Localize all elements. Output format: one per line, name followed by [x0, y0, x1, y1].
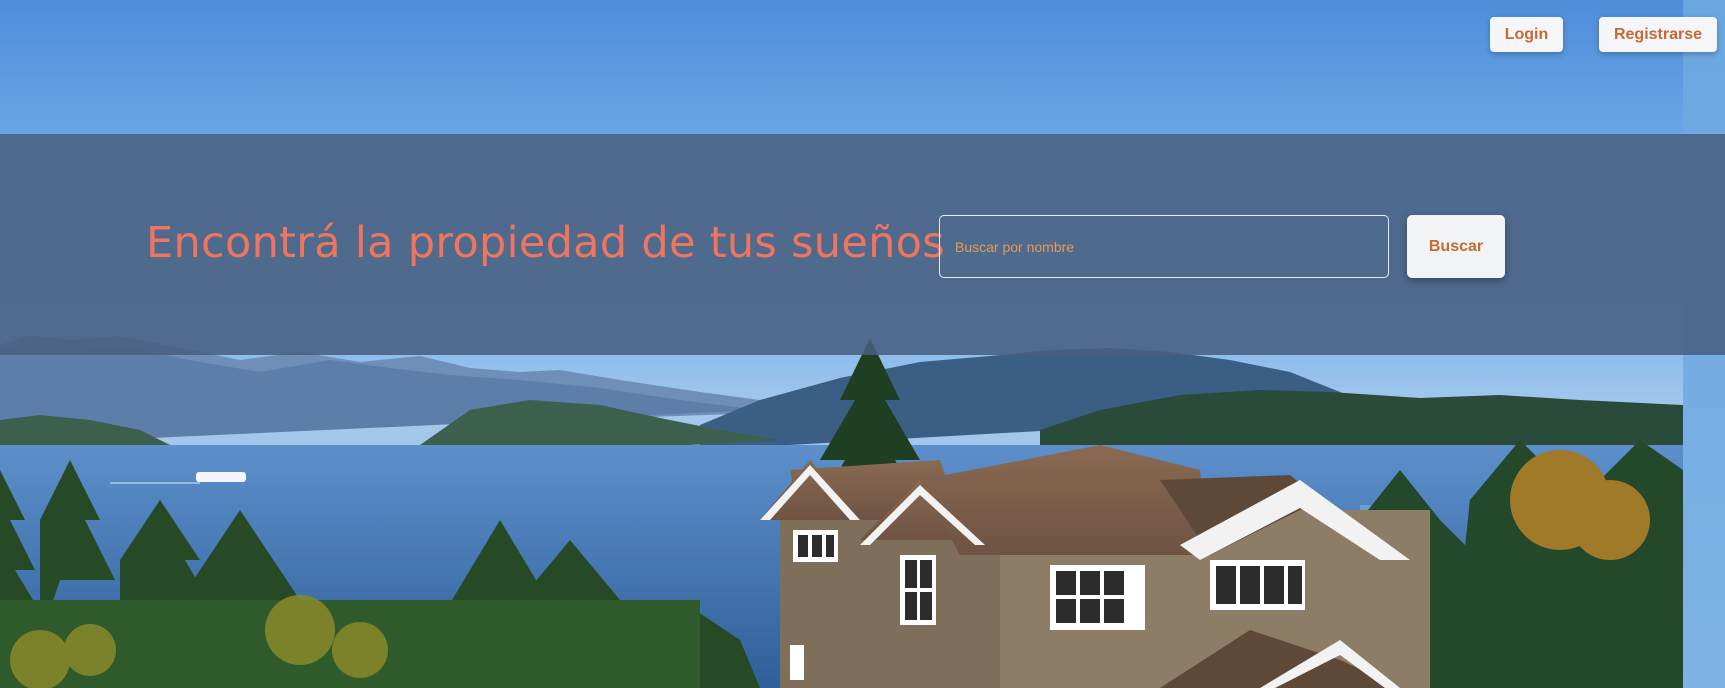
- register-button[interactable]: Registrarse: [1599, 17, 1717, 52]
- hero-title: Encontrá la propiedad de tus sueños: [146, 218, 945, 268]
- login-button[interactable]: Login: [1490, 17, 1563, 52]
- search-input[interactable]: [939, 215, 1389, 278]
- search-button[interactable]: Buscar: [1407, 215, 1505, 278]
- landing-page: Login Registrarse Encontrá la propiedad …: [0, 0, 1725, 688]
